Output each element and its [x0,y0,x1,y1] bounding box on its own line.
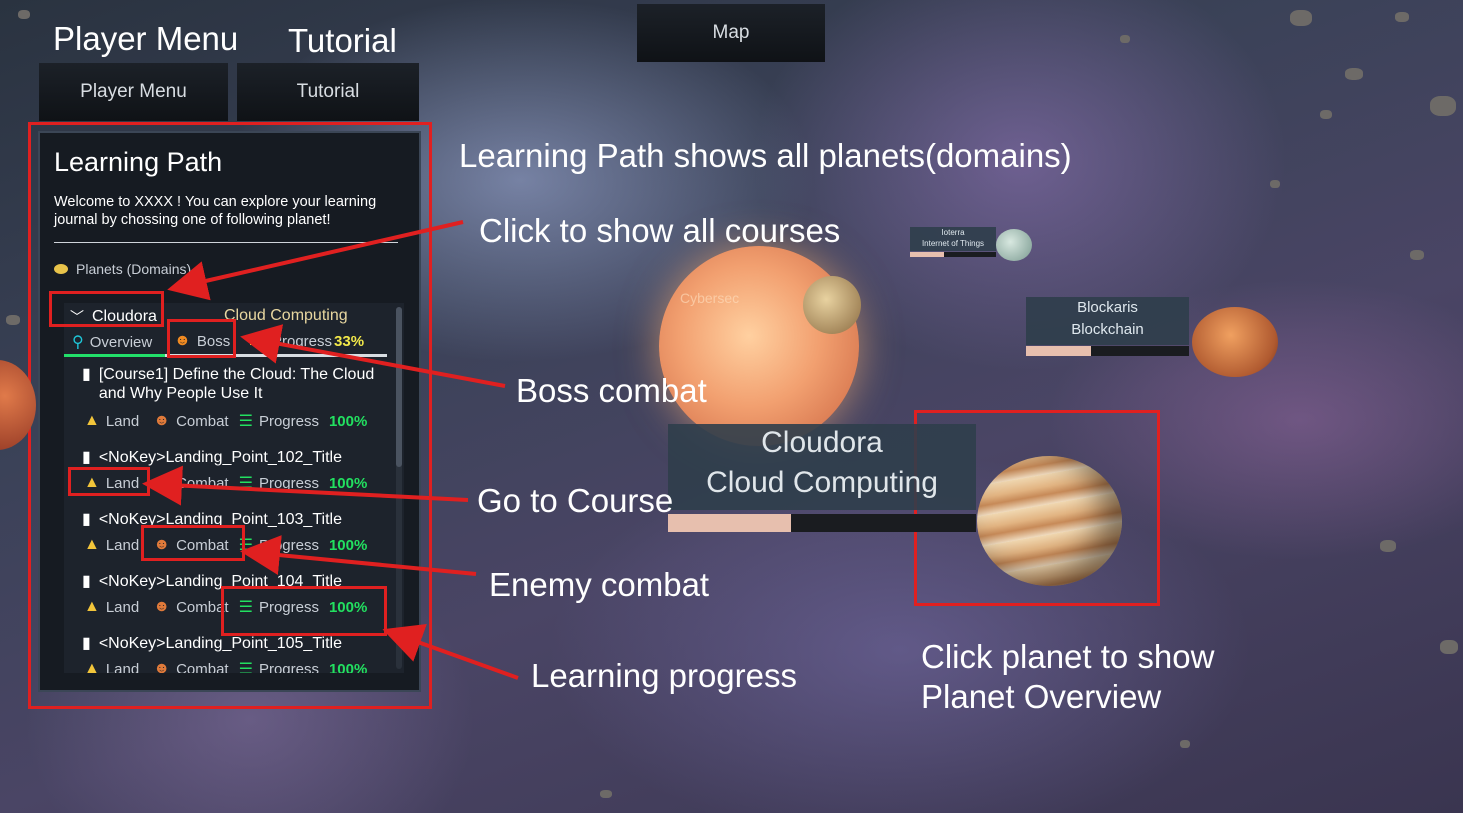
blockaris-label: Blockaris Blockchain [1026,297,1189,345]
annotation-learning-path: Learning Path shows all planets(domains) [459,137,1072,174]
annotation-show-courses: Click to show all courses [479,212,841,249]
cloudora-label: Cloudora Cloud Computing [668,424,976,510]
cloudora-progress-fill [668,514,792,532]
cyber-label: Cybersec [680,290,740,306]
iot-label: Ioterra Internet of Things [910,227,996,251]
blockaris-domain: Blockchain [1071,321,1144,338]
cloudora-domain: Cloud Computing [706,466,938,499]
planet-moon[interactable] [803,276,861,334]
arrow-show-courses [167,220,464,301]
annotation-enemy: Enemy combat [489,566,710,603]
annotation-planet-overview-2: Planet Overview [921,678,1162,715]
planet-iot[interactable] [996,229,1032,261]
arrow-go-course [142,465,469,506]
blockaris-progress-fill [1026,346,1092,356]
blockaris-progress-bar [1026,346,1189,356]
cloudora-progress-bar [668,514,976,532]
iot-name: Ioterra [941,228,965,237]
annotation-progress: Learning progress [531,657,797,694]
planet-blockaris[interactable] [1192,307,1278,377]
iot-progress-fill [910,252,945,257]
arrow-progress [382,624,519,680]
annotation-boss: Boss combat [516,372,707,409]
planet-jupiter[interactable] [977,456,1122,586]
annotation-go-course: Go to Course [477,482,674,519]
annotation-planet-overview-1: Click planet to show [921,638,1215,675]
iot-domain: Internet of Things [921,239,985,248]
blockaris-name: Blockaris [1077,299,1138,316]
arrow-enemy [240,535,477,576]
iot-progress-bar [910,252,996,257]
arrow-boss [240,324,506,388]
cloudora-name: Cloudora [761,426,883,459]
